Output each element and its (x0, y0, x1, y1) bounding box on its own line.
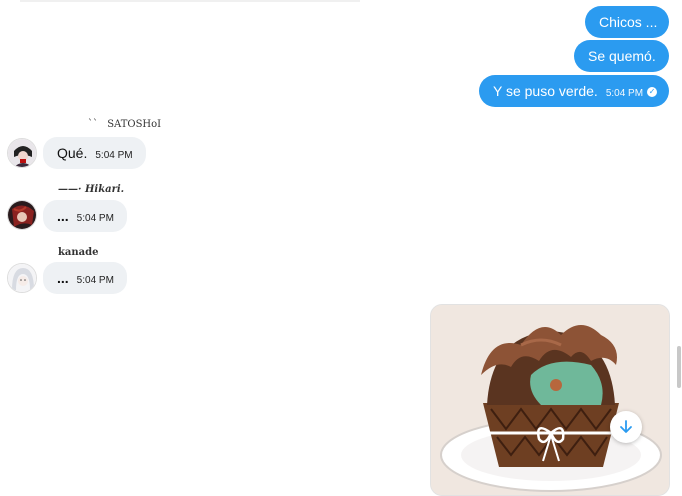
message-text: ... (57, 208, 69, 224)
message-text: ... (57, 270, 69, 286)
arrow-down-icon (620, 420, 632, 433)
incoming-message[interactable]: Qué. 5:04 PM (43, 137, 146, 169)
read-check-icon: ✓ (647, 87, 658, 98)
scrollbar-thumb[interactable] (677, 346, 681, 388)
incoming-message[interactable]: ... 5:04 PM (43, 200, 127, 232)
image-message[interactable] (430, 304, 670, 496)
sender-prefix: `` (88, 119, 98, 130)
message-text: Chicos ... (599, 14, 658, 30)
outgoing-message[interactable]: Chicos ... (585, 6, 669, 38)
user-avatar-hikari[interactable] (7, 200, 37, 230)
message-text: Qué. (57, 145, 88, 161)
sender-label: SATOSHoI (107, 119, 162, 130)
message-time: 5:04 PM (95, 150, 133, 161)
incoming-message[interactable]: ... 5:04 PM (43, 262, 127, 294)
message-text: Y se puso verde. (493, 83, 598, 99)
sender-name: kanade (58, 247, 99, 258)
user-avatar-satoshi[interactable] (7, 138, 37, 168)
scroll-to-bottom-button[interactable] (610, 411, 642, 443)
sender-label: ——· Hikari. (58, 184, 125, 195)
message-time: 5:04 PM (605, 88, 644, 99)
sender-name: `` SATOSHoI (88, 119, 161, 130)
user-avatar-kanade[interactable] (7, 263, 37, 293)
top-divider (20, 0, 360, 2)
outgoing-message[interactable]: Y se puso verde. 5:04 PM ✓ (479, 75, 669, 107)
message-text: Se quemó. (588, 48, 656, 64)
outgoing-message[interactable]: Se quemó. (574, 40, 669, 72)
sender-label: kanade (58, 247, 99, 258)
sender-name: ——· Hikari. (58, 184, 124, 195)
message-time: 5:04 PM (76, 213, 114, 224)
message-time: 5:04 PM (76, 275, 114, 286)
cupcake-image (431, 305, 669, 495)
